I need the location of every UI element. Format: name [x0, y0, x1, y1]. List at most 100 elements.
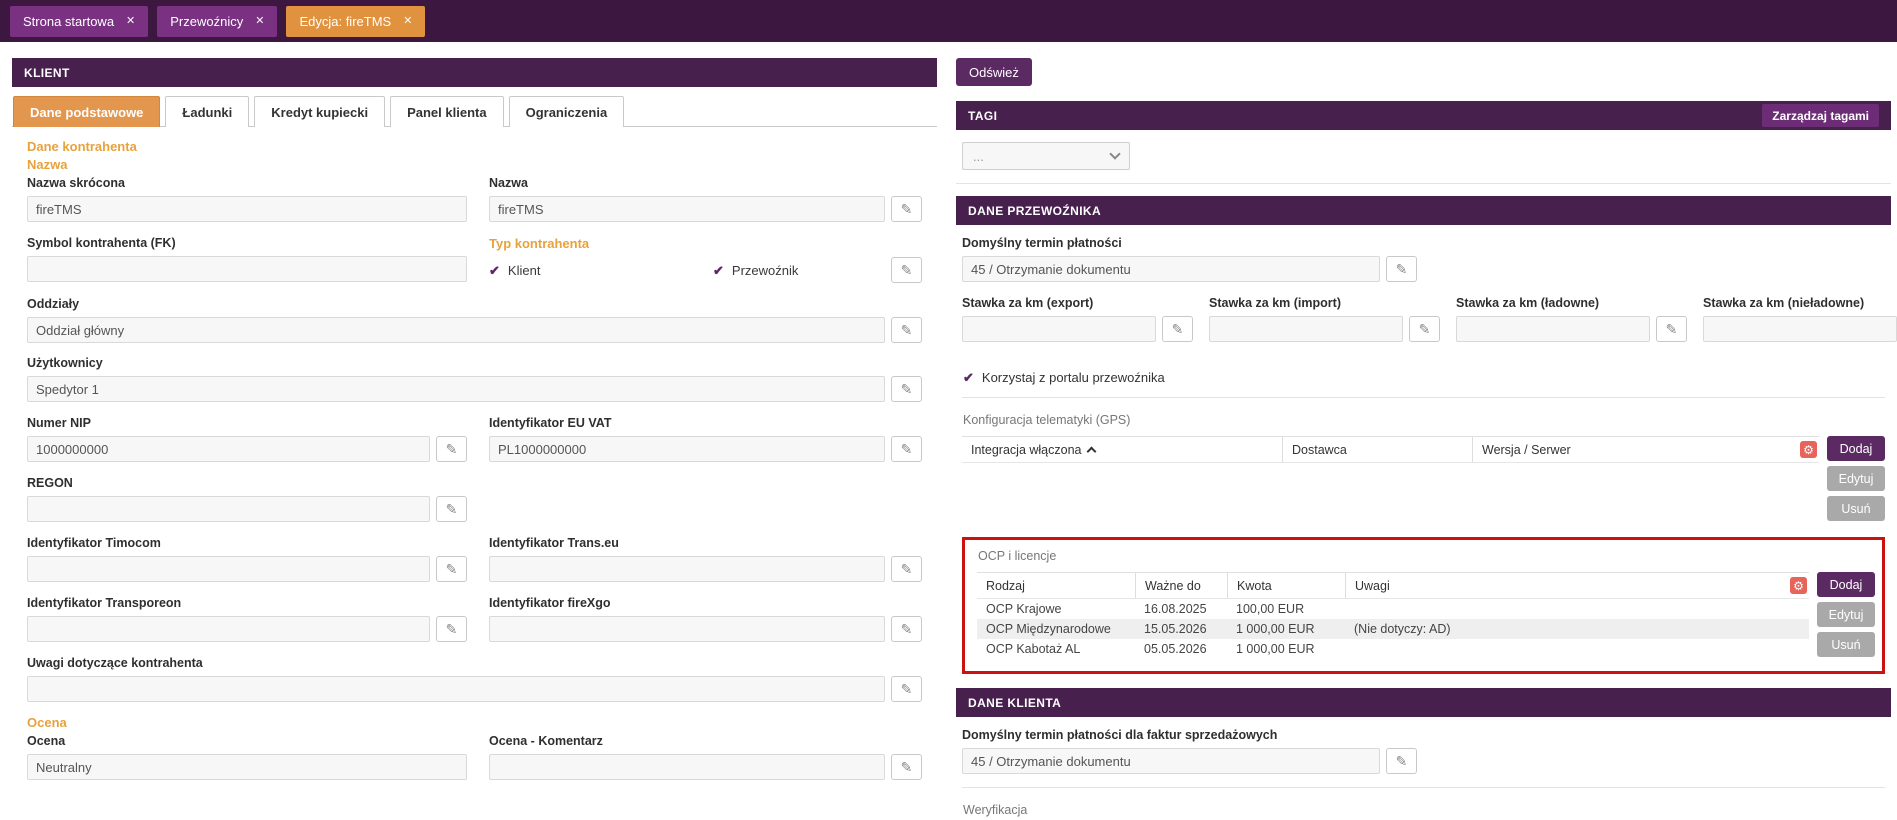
add-button[interactable]: Dodaj: [1827, 436, 1885, 461]
tags-dropdown[interactable]: ...: [962, 142, 1130, 170]
ocp-col-rodzaj[interactable]: Rodzaj: [977, 573, 1135, 598]
gps-table-wrap: Integracja włączona Dostawca Wersja / Se…: [962, 436, 1885, 521]
client-panel-header: KLIENT: [12, 58, 937, 87]
check-icon: [963, 371, 974, 384]
gps-col-dostawca[interactable]: Dostawca: [1282, 437, 1472, 462]
gps-col-integracja[interactable]: Integracja włączona: [962, 437, 1282, 462]
add-button[interactable]: Dodaj: [1817, 572, 1875, 597]
tab-ograniczenia[interactable]: Ograniczenia: [508, 96, 625, 127]
edit-button[interactable]: [436, 436, 467, 462]
edit-button[interactable]: [1656, 316, 1687, 342]
client-data-header: DANE KLIENTA: [956, 688, 1891, 717]
edit-icon: [446, 562, 458, 576]
table-row[interactable]: OCP Krajowe 16.08.2025 100,00 EUR: [977, 599, 1809, 619]
gps-table: Integracja włączona Dostawca Wersja / Se…: [962, 436, 1819, 519]
transeu-input[interactable]: [489, 556, 885, 582]
stawka-export-input[interactable]: [962, 316, 1156, 342]
tab-dane-podstawowe[interactable]: Dane podstawowe: [13, 96, 161, 127]
edit-row-button[interactable]: Edytuj: [1827, 466, 1885, 491]
ocp-col-wazne-do[interactable]: Ważne do: [1135, 573, 1227, 598]
edit-button[interactable]: [436, 556, 467, 582]
cell-wazne-do: 05.05.2026: [1144, 642, 1207, 656]
stawka-import-input[interactable]: [1209, 316, 1403, 342]
checkbox-przewoznik[interactable]: Przewoźnik: [713, 263, 798, 278]
window-tab-przewoznicy[interactable]: Przewoźnicy: [157, 5, 278, 37]
uwagi-kontrahenta-input[interactable]: [27, 676, 885, 702]
table-settings-button[interactable]: [1800, 441, 1817, 458]
edit-button[interactable]: [891, 257, 922, 283]
ocena-komentarz-input[interactable]: [489, 754, 885, 780]
delete-button[interactable]: Usuń: [1827, 496, 1885, 521]
field-label: Nazwa: [489, 176, 528, 190]
stawka-ladowne-input[interactable]: [1456, 316, 1650, 342]
field-nazwa: Nazwa: [489, 176, 922, 222]
delete-button[interactable]: Usuń: [1817, 632, 1875, 657]
divider: [962, 397, 1885, 398]
numer-nip-input[interactable]: [27, 436, 430, 462]
ocp-col-kwota[interactable]: Kwota: [1227, 573, 1345, 598]
tab-kredyt-kupiecki[interactable]: Kredyt kupiecki: [254, 96, 386, 127]
tab-ladunki[interactable]: Ładunki: [165, 96, 250, 127]
nazwa-skrocona-input[interactable]: [27, 196, 467, 222]
nazwa-input[interactable]: [489, 196, 885, 222]
sort-asc-icon: [1087, 446, 1097, 457]
window-tab-label: Edycja: fireTMS: [299, 13, 392, 29]
firexgo-input[interactable]: [489, 616, 885, 642]
refresh-button[interactable]: Odśwież: [956, 58, 1032, 86]
cell-kwota: 1 000,00 EUR: [1236, 622, 1315, 636]
stawka-nieladowne-input[interactable]: [1703, 316, 1897, 342]
close-icon[interactable]: [255, 16, 264, 27]
checkbox-klient[interactable]: Klient: [489, 263, 707, 278]
gps-col-wersja[interactable]: Wersja / Serwer: [1472, 437, 1800, 462]
edit-row-button[interactable]: Edytuj: [1817, 602, 1875, 627]
edit-icon: [901, 382, 913, 396]
edit-button[interactable]: [436, 616, 467, 642]
edit-button[interactable]: [891, 317, 922, 343]
edit-button[interactable]: [1162, 316, 1193, 342]
termin-faktur-input[interactable]: [962, 748, 1380, 774]
field-label: Stawka za km (nieładowne): [1703, 296, 1865, 310]
cell-rodzaj: OCP Krajowe: [986, 602, 1062, 616]
edit-button[interactable]: [891, 754, 922, 780]
window-tab-strona-startowa[interactable]: Strona startowa: [10, 5, 149, 37]
table-row[interactable]: OCP Kabotaż AL 05.05.2026 1 000,00 EUR: [977, 639, 1809, 659]
field-label: REGON: [27, 476, 73, 490]
edit-icon: [901, 622, 913, 636]
table-settings-button[interactable]: [1790, 577, 1807, 594]
edit-icon: [901, 442, 913, 456]
edit-button[interactable]: [891, 616, 922, 642]
close-icon[interactable]: [126, 16, 135, 27]
table-row[interactable]: OCP Międzynarodowe 15.05.2026 1 000,00 E…: [977, 619, 1809, 639]
window-tab-edycja-firetms[interactable]: Edycja: fireTMS: [286, 5, 426, 37]
field-firexgo: Identyfikator fireXgo: [489, 596, 922, 642]
symbol-kontrahenta-input[interactable]: [27, 256, 467, 282]
eu-vat-input[interactable]: [489, 436, 885, 462]
edit-button[interactable]: [436, 496, 467, 522]
field-stawka-export: Stawka za km (export): [962, 295, 1193, 342]
ocena-input[interactable]: [27, 754, 467, 780]
edit-button[interactable]: [1386, 256, 1417, 282]
checkbox-portal-przewoznika[interactable]: Korzystaj z portalu przewoźnika: [963, 370, 1885, 385]
oddzialy-input[interactable]: [27, 317, 885, 343]
tab-panel-klienta[interactable]: Panel klienta: [390, 96, 504, 127]
timocom-input[interactable]: [27, 556, 430, 582]
check-icon: [713, 264, 724, 277]
field-label: Identyfikator Trans.eu: [489, 536, 619, 550]
regon-input[interactable]: [27, 496, 430, 522]
termin-platnosci-input[interactable]: [962, 256, 1380, 282]
close-icon[interactable]: [403, 16, 412, 27]
edit-button[interactable]: [891, 436, 922, 462]
edit-button[interactable]: [1409, 316, 1440, 342]
edit-button[interactable]: [891, 556, 922, 582]
manage-tags-button[interactable]: Zarządzaj tagami: [1762, 104, 1879, 127]
ocp-col-uwagi[interactable]: Uwagi: [1345, 573, 1790, 598]
edit-button[interactable]: [1386, 748, 1417, 774]
edit-button[interactable]: [891, 376, 922, 402]
transporeon-input[interactable]: [27, 616, 430, 642]
ocp-table-header: Rodzaj Ważne do Kwota Uwagi: [977, 572, 1809, 599]
edit-icon: [901, 562, 913, 576]
gps-section-title: Konfiguracja telematyki (GPS): [963, 413, 1131, 427]
uzytkownicy-input[interactable]: [27, 376, 885, 402]
edit-button[interactable]: [891, 676, 922, 702]
edit-button[interactable]: [891, 196, 922, 222]
